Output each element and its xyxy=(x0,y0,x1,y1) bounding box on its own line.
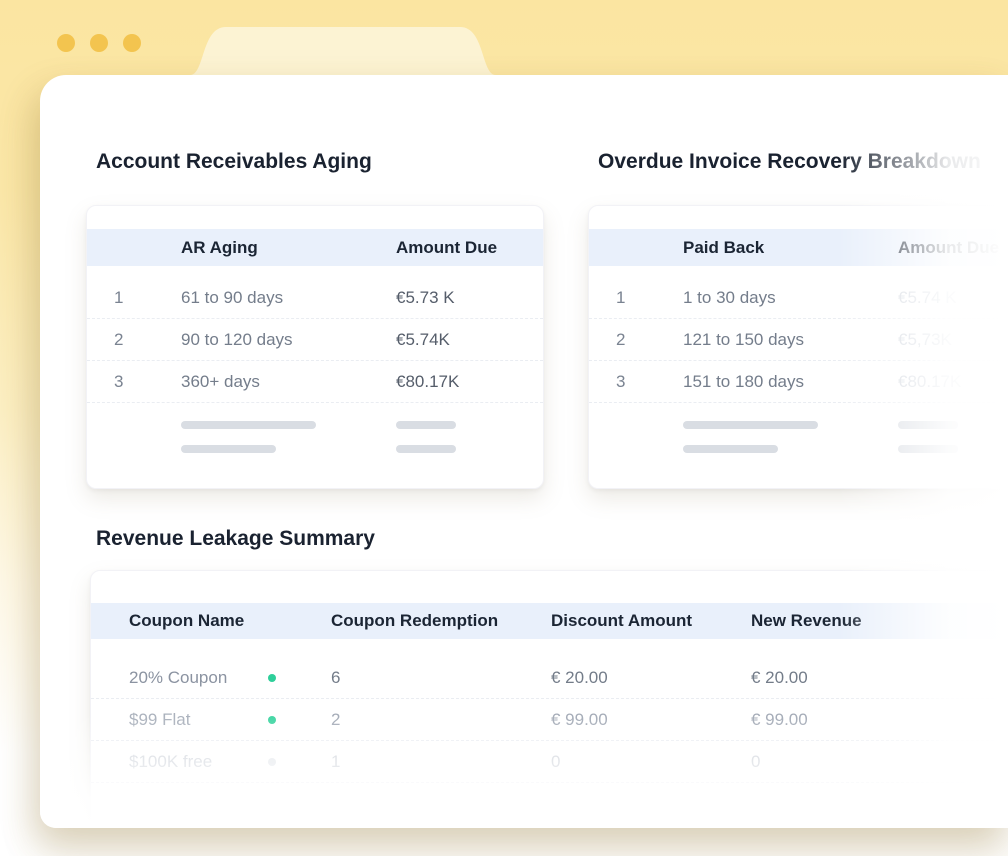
table-header-row: Paid Back Amount Due xyxy=(589,229,1008,266)
discount-amount: € 99.00 xyxy=(551,710,751,730)
table-row: 20% Coupon 6 € 20.00 € 20.00 xyxy=(91,657,1008,699)
coupon-redemption: 1 xyxy=(331,752,551,772)
column-header: Amount Due xyxy=(396,238,543,258)
status-dot-icon xyxy=(268,674,276,682)
row-amount: €80.17K xyxy=(898,372,1008,392)
coupon-name: $100K free xyxy=(129,752,268,772)
coupon-redemption: 2 xyxy=(331,710,551,730)
section-title-ar-aging: Account Receivables Aging xyxy=(96,150,372,174)
skeleton-bar xyxy=(181,421,316,429)
discount-amount: € 20.00 xyxy=(551,668,751,688)
row-label: 61 to 90 days xyxy=(181,288,396,308)
column-header: Amount Due xyxy=(898,238,1008,258)
table-row: 2 90 to 120 days €5.74K xyxy=(87,319,543,361)
browser-window: Account Receivables Aging Overdue Invoic… xyxy=(40,75,1008,828)
skeleton-row xyxy=(589,413,1008,437)
discount-amount: 0 xyxy=(551,752,751,772)
page-background: Account Receivables Aging Overdue Invoic… xyxy=(0,0,1008,856)
table-header-row: AR Aging Amount Due xyxy=(87,229,543,266)
row-index: 3 xyxy=(616,372,683,392)
skeleton-bar xyxy=(683,421,818,429)
table-row: 3 151 to 180 days €80.17K xyxy=(589,361,1008,403)
row-index: 2 xyxy=(616,330,683,350)
table-row: 2 121 to 150 days €5,73K xyxy=(589,319,1008,361)
status-dot-icon xyxy=(268,758,276,766)
skeleton-bar xyxy=(898,445,958,453)
table-body: 20% Coupon 6 € 20.00 € 20.00 $99 Flat 2 … xyxy=(91,657,1008,783)
new-revenue: € 99.00 xyxy=(751,710,1008,730)
skeleton-bar xyxy=(898,421,958,429)
row-label: 1 to 30 days xyxy=(683,288,898,308)
skeleton-bar xyxy=(396,421,456,429)
new-revenue: € 20.00 xyxy=(751,668,1008,688)
row-index: 2 xyxy=(114,330,181,350)
coupon-redemption: 6 xyxy=(331,668,551,688)
row-amount: €5.73 K xyxy=(396,288,543,308)
skeleton-row xyxy=(589,437,1008,461)
row-amount: €5.74 K xyxy=(898,288,1008,308)
row-amount: €5.74K xyxy=(396,330,543,350)
window-control-dot[interactable] xyxy=(123,34,141,52)
table-row: 3 360+ days €80.17K xyxy=(87,361,543,403)
table-row: 1 61 to 90 days €5.73 K xyxy=(87,277,543,319)
column-header: Coupon Name xyxy=(129,611,331,631)
row-index: 3 xyxy=(114,372,181,392)
skeleton-bar xyxy=(181,445,276,453)
row-index: 1 xyxy=(616,288,683,308)
table-row: $100K free 1 0 0 xyxy=(91,741,1008,783)
column-header: Discount Amount xyxy=(551,611,751,631)
row-label: 121 to 150 days xyxy=(683,330,898,350)
column-header: New Revenue xyxy=(751,611,1008,631)
browser-tab-shape xyxy=(190,27,496,75)
skeleton-bar xyxy=(683,445,778,453)
table-body: 1 1 to 30 days €5.74 K 2 121 to 150 days… xyxy=(589,277,1008,461)
ar-aging-card: AR Aging Amount Due 1 61 to 90 days €5.7… xyxy=(86,205,544,489)
column-header: Coupon Redemption xyxy=(331,611,551,631)
coupon-name: $99 Flat xyxy=(129,710,268,730)
column-header: Paid Back xyxy=(683,238,898,258)
browser-tab[interactable] xyxy=(190,27,496,75)
row-label: 90 to 120 days xyxy=(181,330,396,350)
row-amount: €80.17K xyxy=(396,372,543,392)
table-row: $99 Flat 2 € 99.00 € 99.00 xyxy=(91,699,1008,741)
column-header: AR Aging xyxy=(181,238,396,258)
skeleton-bar xyxy=(396,445,456,453)
window-control-dot[interactable] xyxy=(57,34,75,52)
skeleton-row xyxy=(87,413,543,437)
row-amount: €5,73K xyxy=(898,330,1008,350)
coupon-name: 20% Coupon xyxy=(129,668,268,688)
revenue-leakage-card: Coupon Name Coupon Redemption Discount A… xyxy=(90,570,1008,828)
status-dot-icon xyxy=(268,716,276,724)
skeleton-row xyxy=(87,437,543,461)
window-control-dot[interactable] xyxy=(90,34,108,52)
table-body: 1 61 to 90 days €5.73 K 2 90 to 120 days… xyxy=(87,277,543,461)
section-title-revenue-leakage: Revenue Leakage Summary xyxy=(96,527,375,551)
table-header-row: Coupon Name Coupon Redemption Discount A… xyxy=(91,603,1008,639)
overdue-recovery-card: Paid Back Amount Due 1 1 to 30 days €5.7… xyxy=(588,205,1008,489)
row-label: 360+ days xyxy=(181,372,396,392)
row-index: 1 xyxy=(114,288,181,308)
row-label: 151 to 180 days xyxy=(683,372,898,392)
table-row: 1 1 to 30 days €5.74 K xyxy=(589,277,1008,319)
section-title-overdue-recovery: Overdue Invoice Recovery Breakdown xyxy=(598,150,981,174)
new-revenue: 0 xyxy=(751,752,1008,772)
